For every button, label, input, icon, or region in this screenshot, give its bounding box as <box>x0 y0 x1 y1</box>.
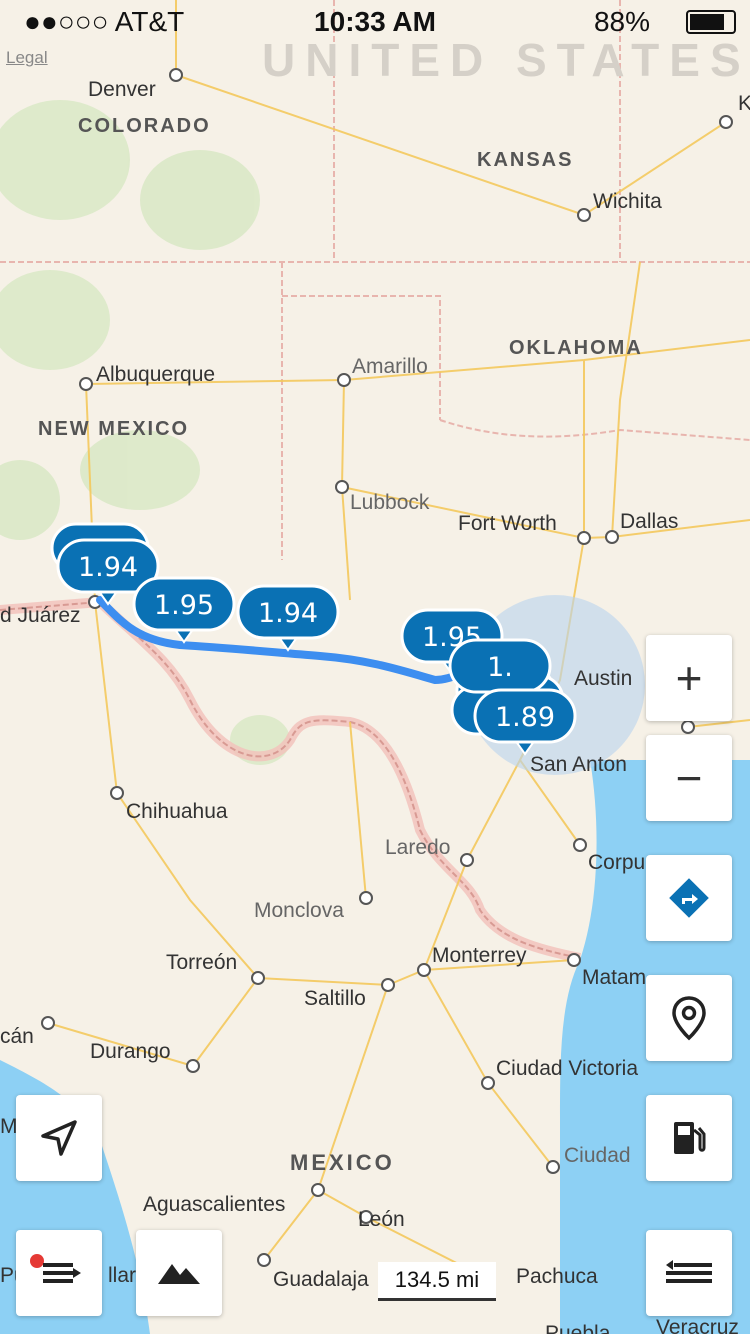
city-label: Pachuca <box>516 1265 598 1288</box>
minus-icon: − <box>675 752 703 804</box>
country-label: UNITED STATES <box>262 34 750 86</box>
price-pin-label: 1.94 <box>78 552 138 583</box>
city-label: Lubbock <box>350 491 430 514</box>
city-label: Wichita <box>593 190 662 213</box>
city-label: Puebla <box>545 1322 611 1334</box>
price-pin-label: 1.94 <box>258 598 318 629</box>
city-label: Austin <box>574 667 632 690</box>
city-label: Monclova <box>254 899 344 922</box>
city-label: Corpu <box>588 851 645 874</box>
price-pin-label: 1. <box>487 652 513 683</box>
navigation-arrow-icon <box>41 1120 77 1156</box>
locate-me-button[interactable] <box>16 1095 102 1181</box>
trip-menu-button[interactable] <box>16 1230 102 1316</box>
list-view-button[interactable] <box>646 1230 732 1316</box>
city-label: Chihuahua <box>126 800 228 823</box>
city-label: San Anton <box>530 753 627 776</box>
city-label: Saltillo <box>304 987 366 1010</box>
zoom-in-button[interactable]: + <box>646 635 732 721</box>
status-bar: ●●○○○ AT&T 10:33 AM 88% <box>0 0 750 40</box>
map-canvas[interactable]: UNITED STATES COLORADO KANSAS OKLAHOMA N… <box>0 0 750 1334</box>
city-label: Monterrey <box>432 944 527 967</box>
map-scale: 134.5 mi <box>378 1262 496 1301</box>
city-label: Veracruz <box>656 1316 739 1334</box>
directions-icon <box>669 878 709 918</box>
city-label: Ciudad Victoria <box>496 1057 638 1080</box>
region-label-colorado: COLORADO <box>78 115 211 137</box>
gas-pump-icon <box>674 1122 706 1154</box>
city-label: León <box>358 1208 405 1231</box>
price-pin-label: 1.95 <box>154 590 214 621</box>
city-label: cán <box>0 1025 34 1048</box>
zoom-out-button[interactable]: − <box>646 735 732 821</box>
city-label: Denver <box>88 78 156 101</box>
gas-station-button[interactable] <box>646 1095 732 1181</box>
price-pin-label: 1.89 <box>495 702 555 733</box>
place-pin-button[interactable] <box>646 975 732 1061</box>
city-label: Albuquerque <box>96 363 215 386</box>
region-label-kansas: KANSAS <box>477 149 573 171</box>
directions-button[interactable] <box>646 855 732 941</box>
region-label-new-mexico: NEW MEXICO <box>38 418 189 440</box>
city-label: llar <box>108 1264 136 1287</box>
terrain-toggle-button[interactable] <box>136 1230 222 1316</box>
region-label-mexico: MEXICO <box>290 1150 395 1175</box>
battery-icon <box>686 10 736 34</box>
route-list-icon <box>30 1254 81 1283</box>
city-label: K <box>738 92 750 115</box>
city-label: Torreón <box>166 951 237 974</box>
city-label: Aguascalientes <box>143 1193 285 1216</box>
city-label: Fort Worth <box>458 512 557 535</box>
city-label: Guadalaja <box>273 1268 369 1291</box>
city-label: d Juárez <box>0 604 81 627</box>
list-collapse-icon <box>666 1260 712 1283</box>
city-label: Durango <box>90 1040 171 1063</box>
city-label: Amarillo <box>352 355 428 378</box>
battery-percent: 88% <box>593 6 650 37</box>
map-pin-icon <box>672 996 706 1041</box>
city-label: Matam <box>582 966 646 989</box>
city-label: Laredo <box>385 836 450 859</box>
legal-link[interactable]: Legal <box>6 48 48 68</box>
plus-icon: + <box>675 652 703 704</box>
mountain-icon <box>158 1264 200 1284</box>
city-label: Dallas <box>620 510 678 533</box>
city-label: Ciudad <box>564 1144 631 1167</box>
region-label-oklahoma: OKLAHOMA <box>509 337 643 359</box>
